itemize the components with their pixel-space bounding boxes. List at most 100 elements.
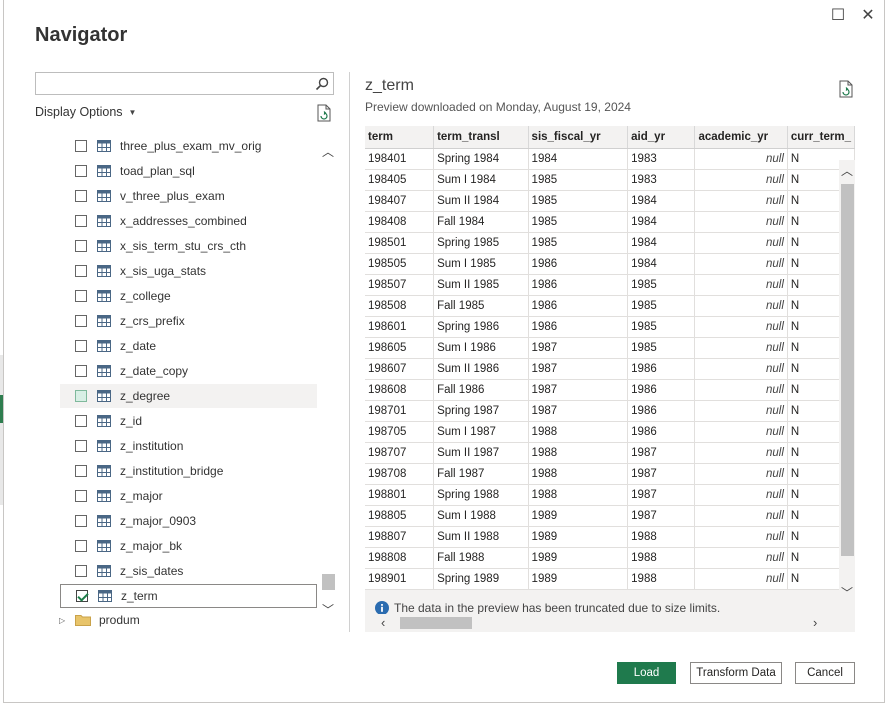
tree-item[interactable]: z_date: [60, 334, 317, 358]
column-header[interactable]: term: [365, 126, 435, 149]
tree-item-checkbox[interactable]: [75, 540, 87, 552]
tree-item-checkbox[interactable]: [75, 565, 87, 577]
tree-item-checkbox[interactable]: [75, 365, 87, 377]
tree-item-checkbox[interactable]: [75, 215, 87, 227]
refresh-preview-icon[interactable]: [838, 80, 854, 98]
table-cell: 198807: [365, 526, 435, 548]
table-cell: Spring 1985: [433, 232, 529, 254]
tree-item[interactable]: z_date_copy: [60, 359, 317, 383]
tree-item[interactable]: z_sis_dates: [60, 559, 317, 583]
table-cell: 1985: [627, 316, 696, 338]
tree-item[interactable]: z_id: [60, 409, 317, 433]
maximize-button[interactable]: ☐: [826, 4, 850, 26]
table-cell: 1989: [528, 568, 629, 590]
close-button[interactable]: ✕: [856, 4, 880, 26]
tree-item[interactable]: z_crs_prefix: [60, 309, 317, 333]
scroll-up-icon[interactable]: ︿: [839, 162, 855, 178]
search-icon[interactable]: [315, 77, 329, 91]
tree-item-checkbox[interactable]: [75, 415, 87, 427]
tree-item-checkbox[interactable]: [75, 515, 87, 527]
preview-hscroll-thumb[interactable]: [400, 617, 472, 629]
tree-item[interactable]: x_sis_uga_stats: [60, 259, 317, 283]
tree-item-checkbox[interactable]: [76, 590, 88, 602]
column-header[interactable]: term_transl: [433, 126, 529, 149]
tree-item[interactable]: z_major_0903: [60, 509, 317, 533]
tree-item[interactable]: z_major_bk: [60, 534, 317, 558]
tree-item-checkbox[interactable]: [75, 190, 87, 202]
tree-item[interactable]: x_addresses_combined: [60, 209, 317, 233]
tree-item[interactable]: z_term: [60, 584, 317, 608]
tree-item-checkbox[interactable]: [75, 290, 87, 302]
table-cell: null: [694, 274, 788, 296]
tree-item-checkbox[interactable]: [75, 490, 87, 502]
display-options-dropdown[interactable]: Display Options ▼: [35, 105, 136, 119]
table-cell: 1986: [627, 400, 696, 422]
scroll-down-icon[interactable]: ﹀: [839, 584, 855, 600]
table-cell: 1987: [627, 463, 696, 485]
transform-data-button[interactable]: Transform Data: [690, 662, 782, 684]
column-header[interactable]: aid_yr: [627, 126, 696, 149]
tree-item-label: z_sis_dates: [120, 564, 184, 578]
tree-item[interactable]: x_sis_term_stu_crs_cth: [60, 234, 317, 258]
tree-item-label: z_major: [120, 489, 163, 503]
scroll-right-icon[interactable]: ›: [813, 615, 817, 630]
table-cell: Sum II 1987: [433, 442, 529, 464]
tree-item[interactable]: z_major: [60, 484, 317, 508]
table-cell: Spring 1988: [433, 484, 529, 506]
cancel-button[interactable]: Cancel: [795, 662, 855, 684]
table-cell: 198707: [365, 442, 435, 464]
tree-item[interactable]: toad_plan_sql: [60, 159, 317, 183]
preview-vertical-scrollbar[interactable]: ︿ ﹀: [839, 160, 855, 604]
table-cell: null: [694, 484, 788, 506]
expand-arrow-icon[interactable]: ▷: [59, 616, 71, 625]
tree-item-label: z_date_copy: [120, 364, 189, 378]
table-cell: 1985: [627, 274, 696, 296]
tree-item[interactable]: z_institution: [60, 434, 317, 458]
refresh-icon[interactable]: [316, 104, 332, 122]
table-cell: 1984: [627, 190, 696, 212]
tree-item[interactable]: v_three_plus_exam: [60, 184, 317, 208]
tree-item-label: z_major_bk: [120, 539, 183, 553]
table-cell: Sum I 1984: [433, 169, 529, 191]
tree-item-label: z_institution_bridge: [120, 464, 224, 478]
column-header[interactable]: sis_fiscal_yr: [528, 126, 629, 149]
tree-item-checkbox[interactable]: [75, 315, 87, 327]
tree-item-checkbox[interactable]: [75, 440, 87, 452]
info-icon: [375, 601, 389, 615]
tree-item[interactable]: z_college: [60, 284, 317, 308]
table-row: 198901 Spring 1989 1989 1988 null N: [365, 568, 855, 590]
column-header[interactable]: academic_yr: [694, 126, 788, 149]
table-icon: [97, 215, 111, 227]
preview-table: term term_transl sis_fiscal_yr aid_yr academ…: [365, 126, 855, 590]
tree-scrollbar[interactable]: ︿ ﹀: [320, 131, 336, 631]
scroll-down-icon[interactable]: ﹀: [320, 601, 336, 617]
table-cell: 1986: [528, 253, 629, 275]
scroll-up-icon[interactable]: ︿: [320, 143, 336, 159]
tree-item-checkbox[interactable]: [75, 390, 87, 402]
tree-item[interactable]: z_degree: [60, 384, 317, 408]
preview-scrollbar-thumb[interactable]: [841, 184, 854, 556]
tree-item[interactable]: three_plus_exam_mv_orig: [60, 134, 317, 158]
column-header[interactable]: curr_term_: [787, 126, 855, 149]
search-input[interactable]: [36, 73, 306, 94]
load-button[interactable]: Load: [617, 662, 676, 684]
table-row: 198705 Sum I 1987 1988 1986 null N: [365, 421, 855, 443]
table-cell: 198801: [365, 484, 435, 506]
tree-item-checkbox[interactable]: [75, 140, 87, 152]
table-cell: Spring 1989: [433, 568, 529, 590]
display-options-label: Display Options: [35, 105, 123, 119]
truncation-text: The data in the preview has been truncat…: [394, 601, 721, 615]
navigator-tree: three_plus_exam_mv_orig toad_plan_sql v_th…: [57, 131, 320, 631]
tree-item-checkbox[interactable]: [75, 165, 87, 177]
tree-item[interactable]: z_institution_bridge: [60, 459, 317, 483]
tree-item-checkbox[interactable]: [75, 465, 87, 477]
tree-item-checkbox[interactable]: [75, 340, 87, 352]
tree-item-checkbox[interactable]: [75, 265, 87, 277]
tree-folder-produm[interactable]: ▷ produm: [57, 608, 140, 632]
scroll-left-icon[interactable]: ‹: [381, 615, 385, 630]
table-cell: null: [694, 253, 788, 275]
tree-item-checkbox[interactable]: [75, 240, 87, 252]
preview-horizontal-scrollbar[interactable]: ‹ ›: [365, 614, 855, 632]
tree-item-label: three_plus_exam_mv_orig: [120, 139, 262, 153]
tree-scrollbar-thumb[interactable]: [322, 574, 335, 590]
